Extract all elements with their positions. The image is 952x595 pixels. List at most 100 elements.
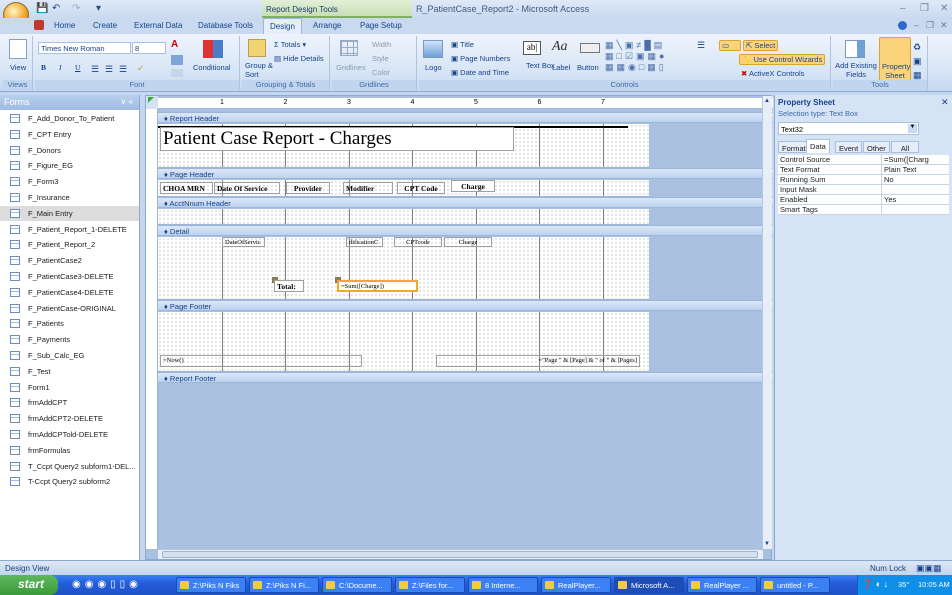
italic-button[interactable]: I xyxy=(59,63,62,72)
property-row[interactable]: Running Sum No xyxy=(778,175,949,185)
line-color-icon[interactable] xyxy=(171,69,183,77)
rectangle-tool-button[interactable]: ▭ xyxy=(719,40,741,51)
nav-item[interactable]: F_Main Entry xyxy=(0,205,139,221)
underline-button[interactable]: U xyxy=(75,63,80,72)
task-button[interactable]: 8 Interne... xyxy=(468,577,538,593)
field-charge[interactable]: Charge xyxy=(444,237,492,247)
page-header-area[interactable]: CHOA MRN Date Of Service Provider Modifi… xyxy=(158,180,649,197)
nav-item[interactable]: F_PatientCase-ORIGINAL xyxy=(0,301,139,316)
controls-gallery-icons[interactable]: ▦╲▣≠█▤ ▦□☑▣▦● ▦▦◉□▦▯ xyxy=(605,40,667,73)
detail-area[interactable]: DateOfServic dificationC CPTcode Charge … xyxy=(158,237,649,300)
property-value[interactable] xyxy=(881,205,949,215)
nav-item[interactable]: F_Add_Donor_To_Patient xyxy=(0,111,139,126)
nav-item[interactable]: Form1 xyxy=(0,380,139,395)
section-acctnnum-header[interactable]: ♦ AcctNnum Header xyxy=(158,197,773,208)
nav-item[interactable]: F_Figure_EG xyxy=(0,158,139,173)
minimize-icon[interactable]: – xyxy=(900,3,906,14)
view-button[interactable]: View xyxy=(10,63,26,72)
property-row[interactable]: Control Source =Sum([Charg xyxy=(778,155,949,165)
property-value[interactable]: Plain Text xyxy=(881,165,949,175)
font-size-select[interactable]: 8 xyxy=(132,42,166,54)
task-button[interactable]: untitled - P... xyxy=(760,577,830,593)
section-report-footer[interactable]: ♦ Report Footer xyxy=(158,372,773,383)
help-icon[interactable] xyxy=(898,21,907,30)
tray-icons[interactable]: ❓ ◐ ↓ xyxy=(862,579,888,590)
format-painter-icon[interactable]: ✓ xyxy=(137,63,145,74)
acctnnum-header-area[interactable] xyxy=(158,209,649,225)
tools-small-icons[interactable]: ♻ ▣ ▦ xyxy=(913,40,922,82)
hide-details-button[interactable]: ▤ Hide Details xyxy=(274,54,324,63)
property-sheet-button[interactable]: Property Sheet xyxy=(879,37,911,81)
redo-icon[interactable]: ↷ xyxy=(72,3,80,14)
align-center-icon[interactable]: ☰ xyxy=(105,64,113,75)
align-left-icon[interactable]: ☰ xyxy=(91,64,99,75)
nav-item[interactable]: F_Payments xyxy=(0,332,139,347)
object-select[interactable]: Text32 ▼ xyxy=(778,122,919,135)
nav-item[interactable]: frmAddCPT2-DELETE xyxy=(0,411,139,426)
section-page-footer[interactable]: ♦ Page Footer xyxy=(158,300,773,311)
field-cpt-code[interactable]: CPTcode xyxy=(394,237,442,247)
nav-item[interactable]: F_Insurance xyxy=(0,190,139,205)
total-label[interactable]: Total: xyxy=(274,280,304,292)
close-icon[interactable]: ✕ xyxy=(940,3,948,14)
title-button[interactable]: ▣ Title xyxy=(451,40,474,49)
nav-item[interactable]: F_CPT Entry xyxy=(0,127,139,142)
button-button[interactable]: Button xyxy=(577,63,599,72)
customize-qat-icon[interactable]: ▾ xyxy=(96,3,101,14)
logo-button[interactable]: Logo xyxy=(425,63,442,72)
scroll-up-icon[interactable]: ▲ xyxy=(764,98,770,104)
property-value[interactable]: =Sum([Charg xyxy=(881,155,949,165)
scroll-thumb[interactable] xyxy=(162,551,758,558)
label-button[interactable]: Label xyxy=(552,63,570,72)
prop-tab-data[interactable]: Data xyxy=(806,139,830,153)
tab-page-setup[interactable]: Page Setup xyxy=(360,21,402,30)
tab-arrange[interactable]: Arrange xyxy=(313,21,341,30)
task-button[interactable]: RealPlayer ... xyxy=(687,577,757,593)
doc-minimize-icon[interactable]: – xyxy=(914,20,919,30)
footer-now-field[interactable]: =Now() xyxy=(160,355,362,367)
label-provider[interactable]: Provider xyxy=(286,182,330,194)
nav-item[interactable]: T-Ccpt Query2 subform2 xyxy=(0,474,139,489)
label-modifier[interactable]: Modifier xyxy=(343,182,393,194)
page-numbers-button[interactable]: ▣ Page Numbers xyxy=(451,54,510,63)
tab-create[interactable]: Create xyxy=(93,21,117,30)
page-footer-area[interactable]: =Now() ="Page " & [Page] & " of " & [Pag… xyxy=(158,312,649,372)
total-sum-textbox[interactable]: =Sum([Charge]) xyxy=(337,280,418,292)
nav-item[interactable]: F_Sub_Calc_EG xyxy=(0,348,139,363)
label-choa-mrn[interactable]: CHOA MRN xyxy=(160,182,213,194)
nav-item[interactable]: F_Form3 xyxy=(0,174,139,189)
prop-tab-event[interactable]: Event xyxy=(835,141,863,153)
property-row[interactable]: Smart Tags xyxy=(778,205,949,215)
control-wizards-button[interactable]: ✨ Use Control Wizards xyxy=(739,54,826,65)
section-report-header[interactable]: ♦ Report Header xyxy=(158,112,773,123)
font-name-select[interactable]: Times New Roman xyxy=(38,42,131,54)
align-right-icon[interactable]: ☰ xyxy=(119,64,127,75)
property-value[interactable] xyxy=(881,185,949,195)
width-button[interactable]: Width xyxy=(372,40,391,49)
restore-icon[interactable]: ❐ xyxy=(920,3,929,14)
nav-collapse-icon[interactable]: ∨ « xyxy=(120,97,133,106)
footer-page-field[interactable]: ="Page " & [Page] & " of " & [Pages] xyxy=(436,355,640,367)
task-button[interactable]: Z:\Piks N Fi... xyxy=(249,577,319,593)
nav-item[interactable]: F_PatientCase2 xyxy=(0,253,139,268)
activex-button[interactable]: ✖ ActiveX Controls xyxy=(741,69,804,78)
nav-item[interactable]: F_Test xyxy=(0,364,139,379)
scroll-down-icon[interactable]: ▼ xyxy=(764,541,770,547)
group-sort-button[interactable]: Group & Sort xyxy=(245,61,275,79)
task-button[interactable]: Microsoft A... xyxy=(614,577,684,593)
gridlines-button[interactable]: Gridlines xyxy=(336,63,366,72)
nav-item[interactable]: frmFormulas xyxy=(0,443,139,458)
property-row[interactable]: Input Mask xyxy=(778,185,949,195)
nav-item[interactable]: F_Donors xyxy=(0,143,139,158)
text-box-button[interactable]: Text Box xyxy=(526,61,555,70)
nav-item[interactable]: T_Ccpt Query2 subform1-DEL... xyxy=(0,459,139,474)
section-page-header[interactable]: ♦ Page Header xyxy=(158,168,773,179)
prop-tab-format[interactable]: Format xyxy=(778,141,810,153)
field-date-of-service[interactable]: DateOfServic xyxy=(222,237,265,247)
tab-database-tools[interactable]: Database Tools xyxy=(198,21,253,30)
nav-item[interactable]: F_PatientCase3-DELETE xyxy=(0,269,139,284)
task-button[interactable]: RealPlayer... xyxy=(541,577,611,593)
color-button[interactable]: Color xyxy=(372,68,390,77)
vertical-scrollbar[interactable]: ▲ ▼ xyxy=(762,96,772,549)
label-charge[interactable]: Charge xyxy=(451,180,495,192)
